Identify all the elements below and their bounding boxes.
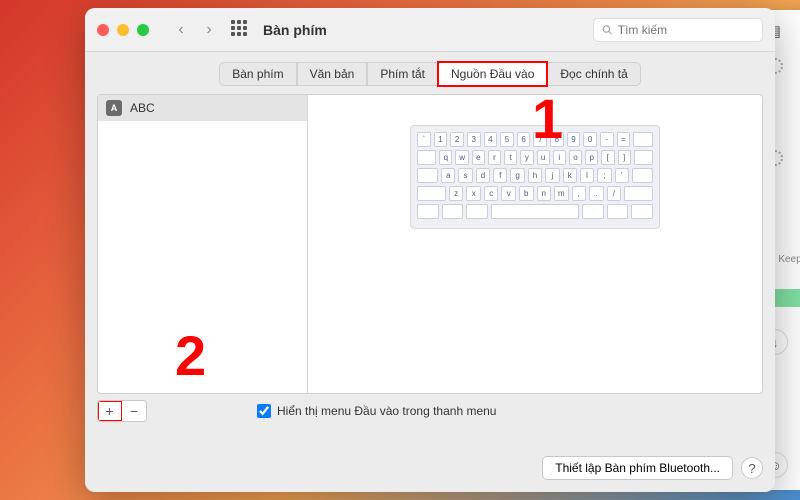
key: j (545, 168, 559, 183)
modifier-key (417, 168, 438, 183)
key: ` (417, 132, 431, 147)
key: b (519, 186, 534, 201)
source-item-abc[interactable]: A ABC (98, 95, 307, 121)
bottom-controls: + − Hiển thị menu Đầu vào trong thanh me… (97, 400, 763, 422)
checkbox-label: Hiển thị menu Đầu vào trong thanh menu (277, 404, 496, 418)
forward-button[interactable]: › (197, 19, 221, 41)
tab-input-sources[interactable]: Nguồn Đầu vào (438, 62, 547, 86)
key: / (607, 186, 622, 201)
tab-dictation[interactable]: Đọc chính tả (547, 62, 640, 86)
key: n (537, 186, 552, 201)
key: 7 (533, 132, 547, 147)
key: k (563, 168, 577, 183)
source-icon: A (106, 100, 122, 116)
key: ; (597, 168, 611, 183)
modifier-key (417, 150, 436, 165)
key: c (484, 186, 499, 201)
tab-keyboard[interactable]: Bàn phím (219, 62, 296, 86)
modifier-key (607, 204, 629, 219)
add-remove-group: + − (97, 400, 147, 422)
modifier-key (417, 204, 439, 219)
key: . (589, 186, 604, 201)
key: 5 (500, 132, 514, 147)
keep-label: Keep (778, 254, 800, 265)
close-icon[interactable] (97, 24, 109, 36)
key: l (580, 168, 594, 183)
minimize-icon[interactable] (117, 24, 129, 36)
maximize-icon[interactable] (137, 24, 149, 36)
modifier-key (582, 204, 604, 219)
modifier-key (466, 204, 488, 219)
keyboard-preview: `1234567890-= qwertyuiop[] asdfghjkl; ' zxcv… (308, 95, 762, 393)
key: s (458, 168, 472, 183)
key: t (504, 150, 517, 165)
key: a (441, 168, 455, 183)
add-button[interactable]: + (98, 401, 122, 421)
key: i (553, 150, 566, 165)
key: 3 (467, 132, 481, 147)
tab-shortcuts[interactable]: Phím tắt (367, 62, 438, 86)
modifier-key (624, 186, 653, 201)
tab-bar: Bàn phím Văn bản Phím tắt Nguồn Đầu vào … (85, 52, 775, 94)
key: ] (618, 150, 631, 165)
window-controls (97, 24, 149, 36)
key: q (439, 150, 452, 165)
key: x (466, 186, 481, 201)
key: = (617, 132, 631, 147)
source-name: ABC (130, 101, 155, 115)
key: [ (601, 150, 614, 165)
key: z (449, 186, 464, 201)
back-button[interactable]: ‹ (169, 19, 193, 41)
key: 4 (484, 132, 498, 147)
key: 8 (550, 132, 564, 147)
more-icon[interactable]: ⋮ (795, 22, 800, 40)
keyboard-layout: `1234567890-= qwertyuiop[] asdfghjkl; ' zxcv… (410, 125, 660, 229)
content-area: A ABC `1234567890-= qwertyuiop[] asdfghjkl… (97, 94, 763, 394)
key: ' (615, 168, 629, 183)
bluetooth-setup-button[interactable]: Thiết lập Bàn phím Bluetooth... (542, 456, 733, 480)
key: y (520, 150, 533, 165)
modifier-key (442, 204, 464, 219)
help-button[interactable]: ? (741, 457, 763, 479)
footer: Thiết lập Bàn phím Bluetooth... ? (542, 456, 763, 480)
titlebar: ‹ › Bàn phím (85, 8, 775, 52)
key: m (554, 186, 569, 201)
key: , (572, 186, 587, 201)
key: d (476, 168, 490, 183)
show-input-menu-row[interactable]: Hiển thị menu Đầu vào trong thanh menu (257, 404, 496, 418)
tab-text[interactable]: Văn bản (297, 62, 368, 86)
key: w (455, 150, 468, 165)
key: 0 (583, 132, 597, 147)
key: e (472, 150, 485, 165)
key: - (600, 132, 614, 147)
key: v (501, 186, 516, 201)
input-source-list: A ABC (98, 95, 308, 393)
key: h (528, 168, 542, 183)
modifier-key (633, 132, 653, 147)
key: o (569, 150, 582, 165)
show-all-icon[interactable] (231, 20, 251, 40)
key: 1 (434, 132, 448, 147)
modifier-key (417, 186, 446, 201)
key: r (488, 150, 501, 165)
key: g (510, 168, 524, 183)
modifier-key (634, 150, 653, 165)
modifier-key (631, 204, 653, 219)
key: 6 (517, 132, 531, 147)
modifier-key (632, 168, 653, 183)
key: 2 (450, 132, 464, 147)
key: f (493, 168, 507, 183)
search-input[interactable] (618, 23, 754, 37)
spacebar-key (491, 204, 579, 219)
key: p (585, 150, 598, 165)
search-field[interactable] (593, 18, 763, 42)
key: 9 (567, 132, 581, 147)
key: u (537, 150, 550, 165)
preferences-window: ‹ › Bàn phím Bàn phím Văn bản Phím tắt N… (85, 8, 775, 492)
remove-button[interactable]: − (122, 401, 146, 421)
window-title: Bàn phím (263, 22, 327, 38)
show-input-menu-checkbox[interactable] (257, 404, 271, 418)
search-icon (602, 24, 613, 36)
